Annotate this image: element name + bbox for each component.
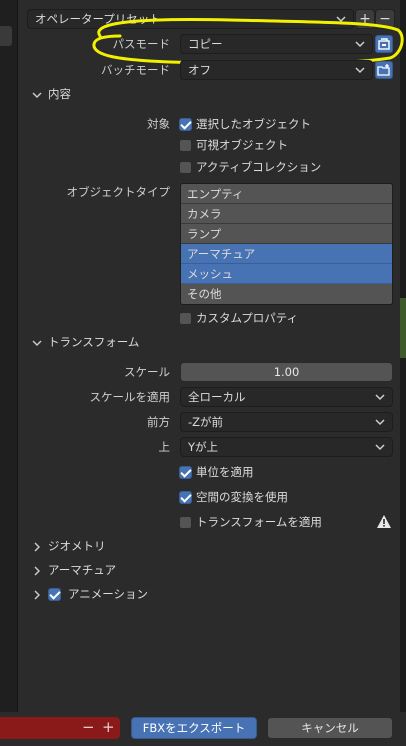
chevron-down-icon <box>375 394 385 401</box>
object-type-other[interactable]: その他 <box>181 284 392 304</box>
active-collection-label: アクティブコレクション <box>196 160 322 174</box>
custom-properties-label: カスタムプロパティ <box>196 311 299 325</box>
cancel-button[interactable]: キャンセル <box>267 717 393 739</box>
section-animation-title: アニメーション <box>68 587 149 601</box>
batch-own-dir-toggle[interactable] <box>375 61 393 79</box>
chevron-down-icon <box>375 419 385 426</box>
chevron-down-icon <box>375 444 385 451</box>
apply-transform-label: トランスフォームを適用 <box>196 515 322 529</box>
section-transform[interactable]: トランスフォーム <box>32 332 139 352</box>
selected-objects-label: 選択したオブジェクト <box>196 117 311 131</box>
section-animation[interactable] <box>32 584 48 604</box>
chevron-down-icon <box>355 67 365 74</box>
apply-unit-checkbox[interactable] <box>179 466 192 479</box>
apply-scale-label: スケールを適用 <box>89 390 171 404</box>
section-geometry[interactable]: ジオメトリ <box>32 536 106 556</box>
file-list-bar: − + <box>0 717 120 739</box>
batch-mode-value: オフ <box>188 63 211 77</box>
file-add-button[interactable]: + <box>102 718 115 736</box>
up-label: 上 <box>158 440 171 454</box>
apply-unit-label: 単位を適用 <box>196 465 254 479</box>
chevron-down-icon <box>32 92 42 98</box>
target-label: 対象 <box>147 117 170 131</box>
export-fbx-button[interactable]: FBXをエクスポート <box>131 717 257 739</box>
apply-transform-checkbox[interactable] <box>179 516 192 529</box>
object-type-empty[interactable]: エンプティ <box>181 184 392 204</box>
viewport-edge <box>400 298 406 358</box>
chevron-right-icon <box>34 542 40 551</box>
object-type-camera[interactable]: カメラ <box>181 204 392 224</box>
custom-properties-checkbox[interactable] <box>179 312 192 325</box>
animation-checkbox[interactable] <box>48 588 61 601</box>
folder-add-icon <box>377 64 390 76</box>
batch-mode-label: バッチモード <box>101 63 170 77</box>
chevron-right-icon <box>34 566 40 575</box>
left-panel-tab[interactable] <box>0 26 12 46</box>
file-remove-button[interactable]: − <box>82 718 95 736</box>
section-transform-title: トランスフォーム <box>48 335 140 349</box>
chevron-down-icon <box>32 340 42 346</box>
active-collection-checkbox[interactable] <box>179 161 192 174</box>
scale-slider[interactable]: 1.00 <box>180 362 393 382</box>
left-panel-strip <box>0 0 18 712</box>
forward-dropdown[interactable]: -Zが前 <box>180 412 393 432</box>
section-include[interactable]: 内容 <box>32 84 71 104</box>
apply-scale-dropdown[interactable]: 全ローカル <box>180 387 393 407</box>
object-type-mesh[interactable]: メッシュ <box>181 264 392 284</box>
section-include-title: 内容 <box>48 87 71 101</box>
visible-objects-checkbox[interactable] <box>179 139 192 152</box>
selected-objects-checkbox[interactable] <box>179 118 192 131</box>
section-armature[interactable]: アーマチュア <box>32 560 116 580</box>
object-type-lamp[interactable]: ランプ <box>181 224 392 244</box>
section-armature-title: アーマチュア <box>48 563 117 577</box>
space-transform-checkbox[interactable] <box>179 491 192 504</box>
apply-scale-value: 全ローカル <box>188 390 246 404</box>
forward-label: 前方 <box>147 415 170 429</box>
batch-mode-dropdown[interactable]: オフ <box>180 60 373 80</box>
space-transform-label: 空間の変換を使用 <box>196 490 288 504</box>
visible-objects-label: 可視オブジェクト <box>196 138 288 152</box>
up-dropdown[interactable]: Yが上 <box>180 437 393 457</box>
warning-icon <box>377 515 391 528</box>
up-value: Yが上 <box>188 440 219 454</box>
scale-label: スケール <box>124 365 170 379</box>
object-types-list: エンプティ カメラ ランプ アーマチュア メッシュ その他 <box>180 183 393 305</box>
section-geometry-title: ジオメトリ <box>48 539 106 553</box>
object-types-label: オブジェクトタイプ <box>66 185 171 199</box>
forward-value: -Zが前 <box>188 415 224 429</box>
object-type-armature[interactable]: アーマチュア <box>181 244 392 264</box>
chevron-right-icon <box>34 590 40 599</box>
